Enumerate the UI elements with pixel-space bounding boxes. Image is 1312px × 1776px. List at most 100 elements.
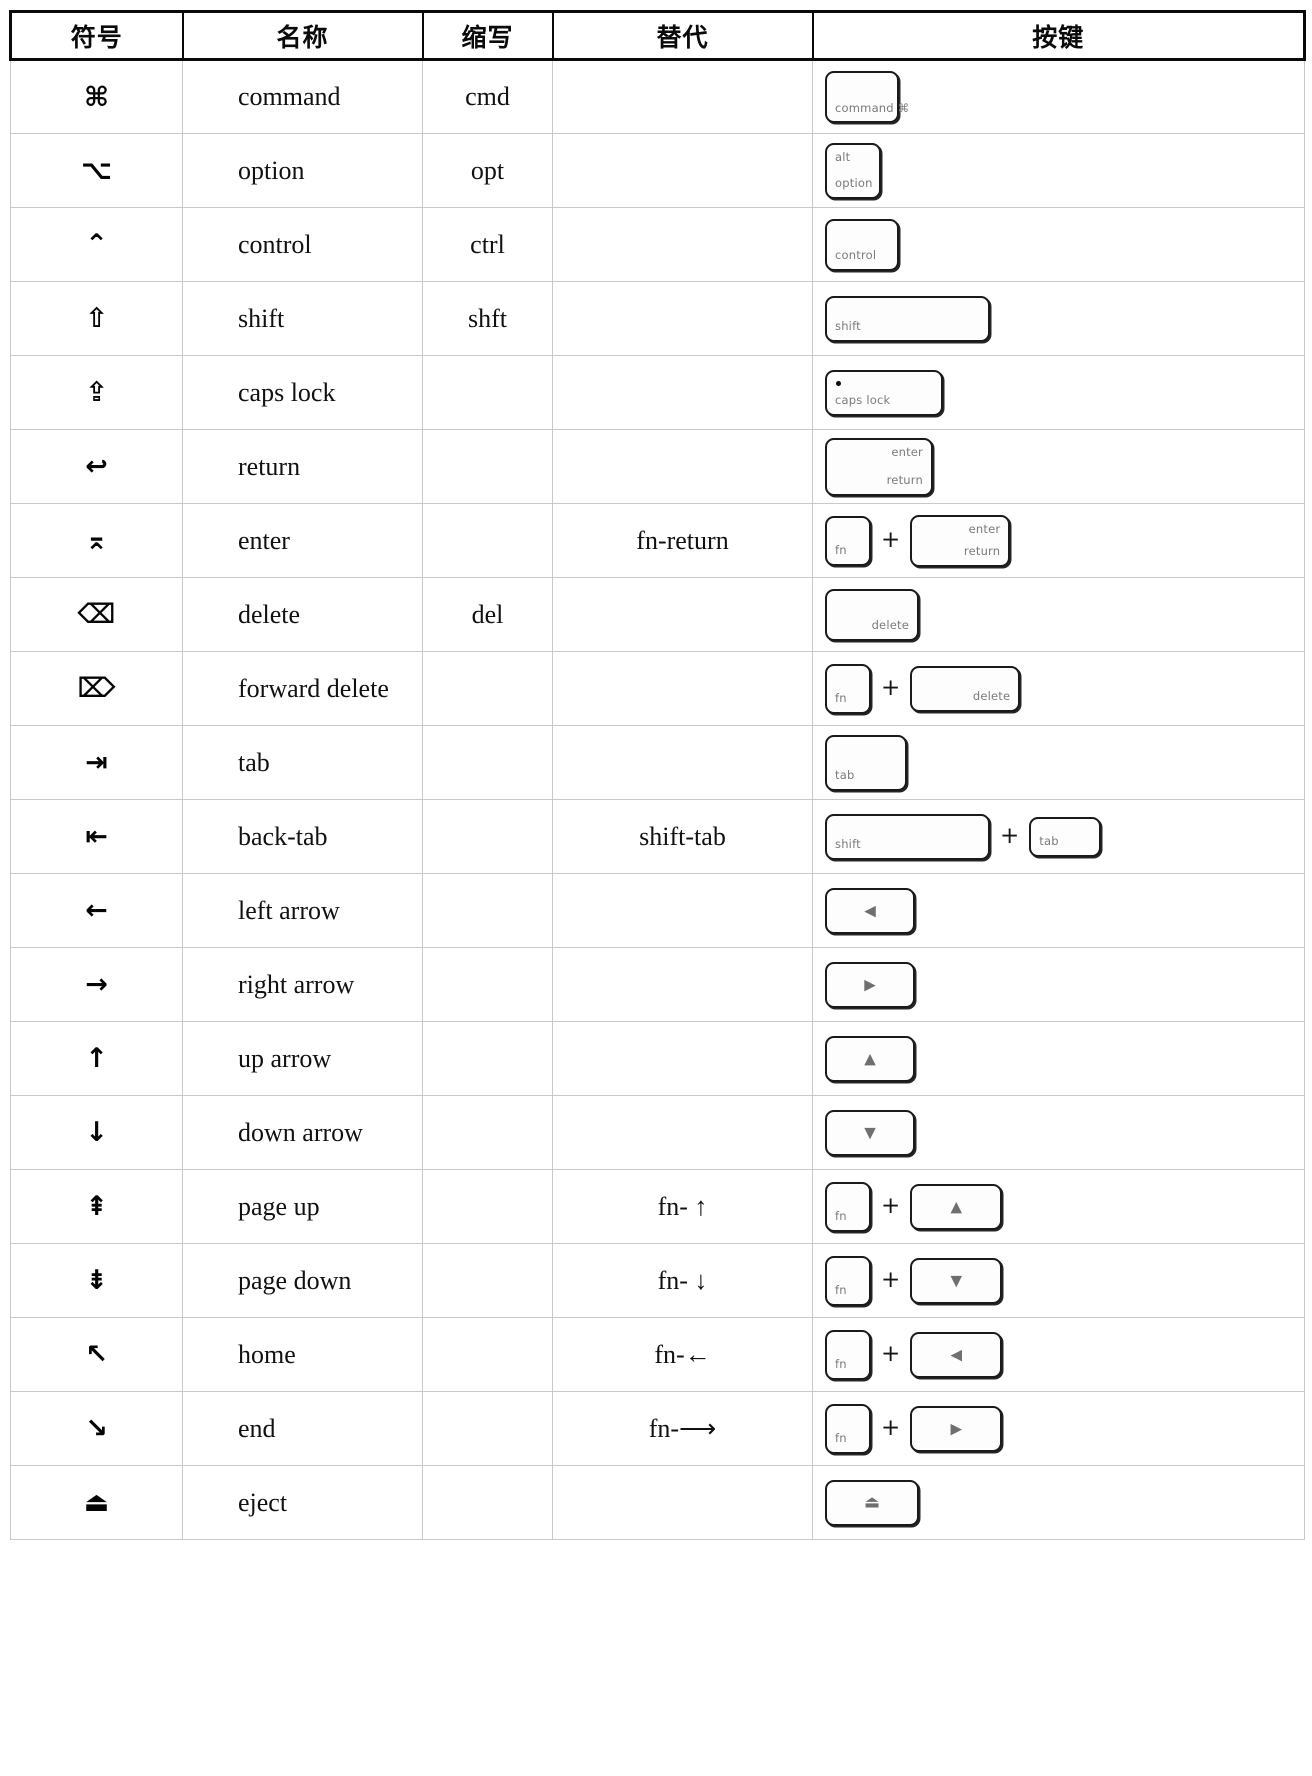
key-cap[interactable]: command ⌘	[825, 71, 909, 123]
key-cap[interactable]: delete	[910, 665, 1021, 712]
key-illustration-cell: fn + ◀	[812, 1317, 1305, 1392]
key-illustration-cell: ▲	[812, 1021, 1305, 1096]
key-illustration-cell: shift	[812, 281, 1305, 356]
home-symbol: ↖	[10, 1317, 183, 1392]
key-cap[interactable]: fn	[825, 663, 871, 714]
key-cap[interactable]: ▲	[910, 1183, 1003, 1230]
key-abbreviation	[422, 1021, 553, 1096]
key-combo: ⏏	[825, 1479, 1300, 1526]
plus-separator: +	[881, 1341, 901, 1367]
column-header-alt: 替代	[551, 10, 814, 61]
key-cap[interactable]: tab	[825, 734, 907, 791]
page-down-symbol: ⇟	[10, 1243, 183, 1318]
eject-symbol: ⏏	[10, 1465, 183, 1540]
table-row: ⌫ delete del delete	[10, 577, 1305, 652]
tab-symbol: ⇥	[10, 725, 183, 800]
key-abbreviation	[422, 1317, 553, 1392]
key-cap[interactable]: ▼	[825, 1109, 915, 1156]
key-cap[interactable]: enter return	[910, 514, 1011, 567]
key-cap[interactable]: fn	[825, 1255, 871, 1306]
key-combo: alt option	[825, 142, 1300, 199]
key-cap-label: fn	[835, 1357, 847, 1371]
key-cap-label: fn	[835, 543, 847, 557]
key-illustration-cell: ▼	[812, 1095, 1305, 1170]
table-row: ⌅ enter fn-return fn + enter return	[10, 503, 1305, 578]
command-symbol: ⌘	[10, 59, 183, 134]
key-illustration-cell: ⏏	[812, 1465, 1305, 1540]
key-illustration-cell: fn + enter return	[812, 503, 1305, 578]
key-cap[interactable]: ▲	[825, 1035, 915, 1082]
key-abbreviation: shft	[422, 281, 553, 356]
key-abbreviation	[422, 429, 553, 504]
key-alternative: fn-return	[552, 503, 813, 578]
key-cap[interactable]: caps lock	[825, 369, 943, 416]
key-abbreviation	[422, 1391, 553, 1466]
key-cap[interactable]: fn	[825, 1403, 871, 1454]
key-alternative	[552, 133, 813, 208]
column-header-symbol: 符号	[9, 10, 184, 61]
key-cap[interactable]: ◀	[910, 1331, 1003, 1378]
symbol-glyph: ⌅	[85, 525, 108, 556]
option-symbol: ⌥	[10, 133, 183, 208]
key-cap-label: return	[963, 544, 1001, 558]
key-cap[interactable]: fn	[825, 1329, 871, 1380]
key-abbreviation	[422, 651, 553, 726]
key-combo: ▼	[825, 1109, 1300, 1156]
key-cap-label: option	[835, 176, 873, 190]
arrow-triangle-icon: ▼	[950, 1271, 963, 1289]
key-combo: fn + ▶	[825, 1403, 1300, 1454]
plus-separator: +	[881, 675, 901, 701]
key-cap-label: shift	[835, 319, 861, 333]
key-abbreviation: opt	[422, 133, 553, 208]
symbol-glyph: ⏏	[83, 1487, 110, 1518]
symbol-glyph: ⌥	[80, 155, 113, 186]
symbol-glyph: ↑	[85, 1043, 108, 1074]
key-abbreviation	[422, 1465, 553, 1540]
key-combo: ▲	[825, 1035, 1300, 1082]
table-row: ↑ up arrow ▲	[10, 1021, 1305, 1096]
key-cap[interactable]: control	[825, 218, 899, 271]
key-cap[interactable]: enter return	[825, 437, 933, 496]
symbol-glyph: ⇪	[85, 377, 108, 408]
table-row: ⇤ back-tab shift-tab shift + tab	[10, 799, 1305, 874]
key-cap-label: enter	[891, 444, 923, 459]
key-alternative	[552, 207, 813, 282]
key-combo: fn + ◀	[825, 1329, 1300, 1380]
return-symbol: ↩	[10, 429, 183, 504]
key-combo: ◀	[825, 887, 1300, 934]
key-cap[interactable]: ▶	[910, 1405, 1003, 1452]
key-name: caps lock	[182, 355, 423, 430]
key-combo: shift	[825, 295, 1300, 342]
key-cap[interactable]: tab	[1029, 816, 1102, 857]
key-cap[interactable]: shift	[825, 295, 990, 342]
key-illustration-cell: ▶	[812, 947, 1305, 1022]
key-cap[interactable]: shift	[825, 813, 990, 860]
shift-symbol: ⇧	[10, 281, 183, 356]
column-header-name: 名称	[181, 10, 424, 61]
key-cap[interactable]: ◀	[825, 887, 915, 934]
table-row: → right arrow ▶	[10, 947, 1305, 1022]
key-combo: shift + tab	[825, 813, 1300, 860]
key-combo: control	[825, 218, 1300, 271]
plus-separator: +	[881, 527, 901, 553]
table-row: ↩ return enter return	[10, 429, 1305, 504]
key-name: up arrow	[182, 1021, 423, 1096]
key-alternative	[552, 429, 813, 504]
key-cap[interactable]: ⏏	[825, 1479, 919, 1526]
key-name: control	[182, 207, 423, 282]
table-body: ⌘ command cmd command ⌘ ⌥ option opt alt option ⌃…	[10, 59, 1305, 1540]
key-cap[interactable]: ▼	[910, 1257, 1003, 1304]
key-cap[interactable]: fn	[825, 515, 871, 566]
arrow-triangle-icon: ▼	[864, 1123, 876, 1141]
key-name: option	[182, 133, 423, 208]
key-cap[interactable]: alt option	[825, 142, 881, 199]
symbol-glyph: ↓	[85, 1117, 108, 1148]
key-name: shift	[182, 281, 423, 356]
key-cap-label: shift	[835, 837, 861, 851]
key-cap[interactable]: fn	[825, 1181, 871, 1232]
key-alternative	[552, 725, 813, 800]
key-cap[interactable]: delete	[825, 588, 919, 641]
key-cap[interactable]: ▶	[825, 961, 915, 1008]
right-arrow-symbol: →	[10, 947, 183, 1022]
key-alternative	[552, 1465, 813, 1540]
